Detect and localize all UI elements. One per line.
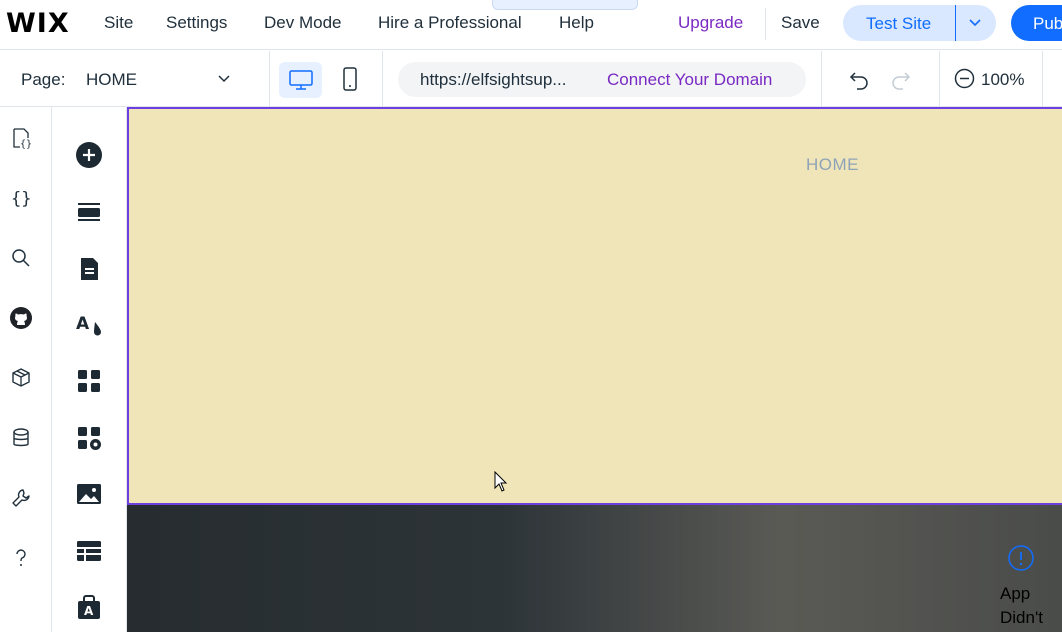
theme-icon[interactable]: A [75, 310, 103, 338]
chevron-down-icon[interactable] [967, 14, 983, 30]
chevron-down-icon[interactable] [216, 71, 232, 87]
app-load-warning: App Didn't [1000, 584, 1043, 627]
apps-icon[interactable] [75, 367, 103, 395]
top-bar: WIX Site Settings Dev Mode Hire a Profes… [0, 0, 1062, 50]
mouse-cursor-icon [494, 471, 508, 492]
wrench-icon[interactable] [9, 486, 33, 510]
editor-canvas[interactable]: HOME App Didn't [127, 107, 1062, 632]
hero-section[interactable] [127, 505, 1062, 632]
divider [269, 51, 270, 107]
divider [955, 5, 956, 41]
chevron-up-icon: ⌃ [559, 0, 569, 6]
dev-tools-rail: {} {} [0, 107, 52, 632]
page-label: Page: [21, 70, 66, 89]
menu-site[interactable]: Site [104, 13, 133, 33]
add-elements-icon[interactable] [75, 141, 103, 169]
code-braces-icon[interactable]: {} [9, 186, 33, 210]
upgrade-link[interactable]: Upgrade [678, 13, 743, 33]
test-site-label: Test Site [866, 14, 932, 33]
svg-text:A: A [84, 604, 94, 618]
info-icon [1008, 545, 1034, 571]
github-icon[interactable] [9, 306, 33, 330]
add-tools-rail: A A [52, 107, 127, 632]
help-icon[interactable] [9, 546, 33, 570]
svg-text:{}: {} [20, 139, 32, 150]
app-market-icon[interactable]: A [75, 593, 103, 621]
database-icon[interactable] [9, 426, 33, 450]
nav-menu-home[interactable]: HOME [806, 155, 859, 175]
divider [765, 8, 766, 40]
collapse-toolbar-tab[interactable]: ⌃ [492, 0, 638, 10]
package-icon[interactable] [9, 366, 33, 390]
undo-icon[interactable] [848, 68, 870, 90]
zoom-out-icon[interactable] [954, 68, 975, 89]
search-icon[interactable] [9, 246, 33, 270]
svg-text:A: A [76, 314, 90, 334]
site-url: https://elfsightsup... [420, 70, 567, 89]
wix-logo[interactable]: WIX [6, 8, 70, 39]
divider [821, 51, 822, 107]
menu-hire-professional[interactable]: Hire a Professional [378, 13, 522, 33]
page-selector[interactable]: HOME [86, 70, 137, 90]
test-site-button[interactable]: Test Site [843, 5, 996, 41]
site-url-bar[interactable]: https://elfsightsup... Connect Your Doma… [398, 62, 806, 97]
editor-toolbar: Page: HOME https://elfsightsup... Connec… [0, 51, 1062, 107]
divider [382, 51, 383, 107]
media-icon[interactable] [75, 480, 103, 508]
save-button[interactable]: Save [781, 13, 820, 33]
publish-label: Pub [1033, 14, 1062, 33]
business-tools-icon[interactable] [75, 424, 103, 452]
menu-help[interactable]: Help [559, 13, 594, 33]
desktop-view-button[interactable] [279, 62, 322, 98]
menu-dev-mode[interactable]: Dev Mode [264, 13, 341, 33]
divider [939, 51, 940, 107]
pages-icon[interactable] [75, 255, 103, 283]
mobile-icon[interactable] [339, 66, 361, 94]
zoom-level[interactable]: 100% [981, 70, 1024, 90]
sections-icon[interactable] [75, 198, 103, 226]
divider [1042, 51, 1043, 107]
pages-code-icon[interactable]: {} [9, 126, 33, 150]
connect-domain-link[interactable]: Connect Your Domain [607, 70, 772, 90]
menu-settings[interactable]: Settings [166, 13, 227, 33]
redo-icon[interactable] [890, 68, 912, 90]
svg-text:{}: {} [11, 189, 31, 209]
selected-header-section[interactable]: HOME [127, 107, 1062, 505]
desktop-icon [289, 70, 313, 90]
publish-button[interactable]: Pub [1011, 5, 1062, 41]
cms-icon[interactable] [75, 537, 103, 565]
